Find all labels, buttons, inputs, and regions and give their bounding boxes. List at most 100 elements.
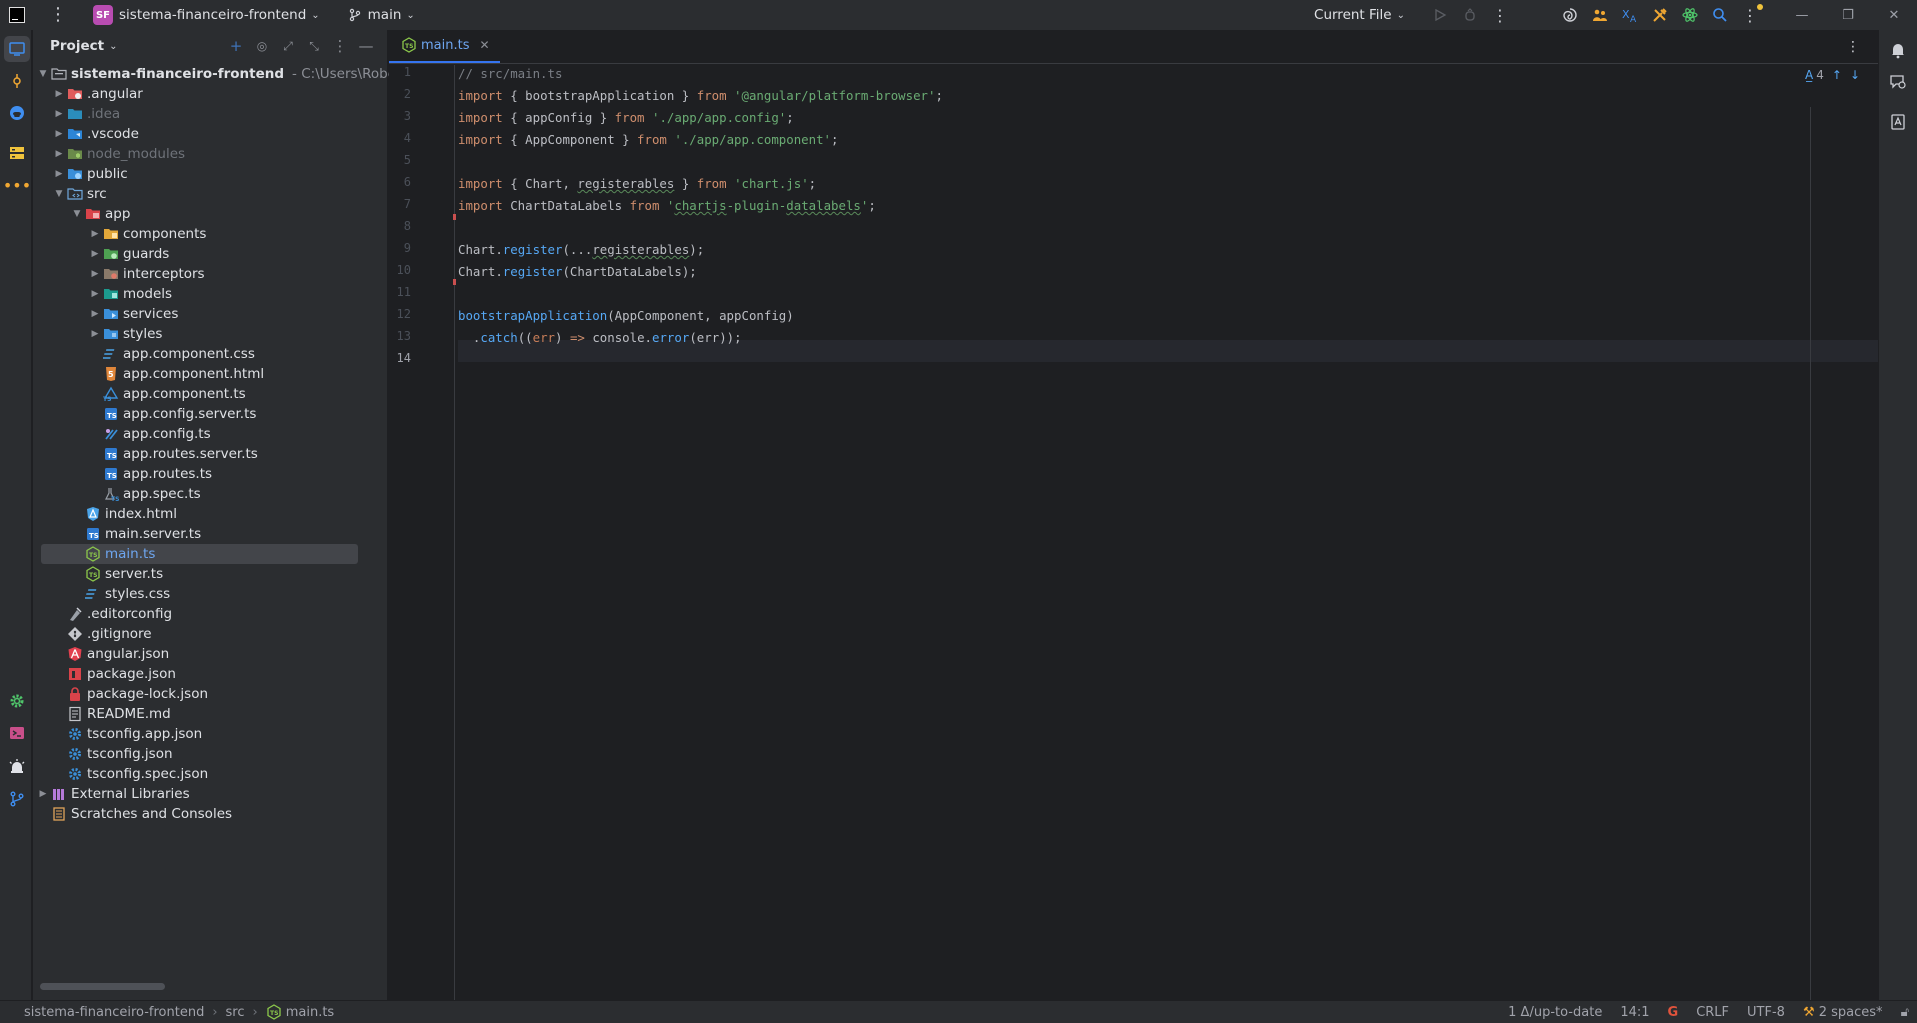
react-icon[interactable] [1678,3,1702,27]
caret-position[interactable]: 14:1 [1620,1005,1649,1020]
chevron-right-icon[interactable]: ▶ [51,169,67,179]
tree-item-external-libraries[interactable]: ▶ External Libraries [33,784,387,804]
breadcrumb-project[interactable]: sistema-financeiro-frontend [24,1005,204,1020]
run-icon[interactable] [1428,3,1452,27]
chevron-right-icon[interactable]: ▶ [87,269,103,279]
add-icon[interactable]: + [223,37,249,55]
main-menu-icon[interactable]: ⋮ [49,6,67,24]
tree-item-app-routes-server-ts[interactable]: TS app.routes.server.ts [33,444,387,464]
tree-item-editorconfig[interactable]: .editorconfig [33,604,387,624]
tree-item-guards[interactable]: ▶ guards [33,244,387,264]
git-tool-button[interactable] [4,786,30,812]
translate-icon[interactable]: XA [1618,3,1642,27]
github-tool-button[interactable] [4,100,30,126]
line-endings[interactable]: CRLF [1696,1005,1729,1020]
tree-item-app-routes-ts[interactable]: TS app.routes.ts [33,464,387,484]
tree-item-tsconfig-spec[interactable]: tsconfig.spec.json [33,764,387,784]
tree-item-app-config-ts[interactable]: app.config.ts [33,424,387,444]
translation-button[interactable] [1888,112,1908,132]
google-icon[interactable]: G [1668,1005,1679,1020]
arrow-up-icon[interactable]: ↑ [1832,68,1842,82]
tree-item-app-component-ts[interactable]: TS app.component.ts [33,384,387,404]
build-tools-icon[interactable] [1648,3,1672,27]
problems-tool-button[interactable] [4,754,30,780]
tree-item-app-spec-ts[interactable]: TS app.spec.ts [33,484,387,504]
chevron-right-icon[interactable]: ▶ [87,289,103,299]
branch-selector[interactable]: main ⌄ [348,7,415,23]
horizontal-scrollbar[interactable] [40,983,165,990]
tree-item-package-json[interactable]: package.json [33,664,387,684]
tab-main-ts[interactable]: TS main.ts ✕ [389,29,500,63]
chevron-right-icon[interactable]: ▶ [35,789,51,799]
tree-item-app-component-html[interactable]: 5 app.component.html [33,364,387,384]
tree-item-root[interactable]: ▼ sistema-financeiro-frontend - C:\Users… [33,64,416,84]
tree-item-app-component-css[interactable]: app.component.css [33,344,387,364]
tree-item-angular-json[interactable]: angular.json [33,644,387,664]
project-selector[interactable]: SF sistema-financeiro-frontend ⌄ [87,2,326,28]
run-configuration-selector[interactable]: Current File ⌄ [1314,7,1405,23]
commit-tool-button[interactable] [4,68,30,94]
tree-item-tsconfig-app[interactable]: tsconfig.app.json [33,724,387,744]
tree-item-index-html[interactable]: index.html [33,504,387,524]
notifications-button[interactable] [1888,40,1908,60]
tree-item-server-ts[interactable]: TS server.ts [33,564,387,584]
tree-item-app-config-server-ts[interactable]: TS app.config.server.ts [33,404,387,424]
tree-item-main-server-ts[interactable]: TS main.server.ts [33,524,387,544]
breadcrumb-file[interactable]: main.ts [286,1005,334,1020]
tree-item-main-ts[interactable]: TS main.ts [41,544,358,564]
chevron-down-icon[interactable]: ⌄ [109,41,117,52]
options-icon[interactable]: ⋮ [327,37,353,55]
inspection-widget[interactable]: A̲ 4 ↑ ↓ [1805,68,1860,82]
more-actions-icon[interactable]: ⋮ [1488,3,1512,27]
chevron-right-icon[interactable]: ▶ [51,89,67,99]
restore-button[interactable]: ❐ [1825,0,1871,30]
minimize-button[interactable]: — [1779,0,1825,30]
tree-item-package-lock-json[interactable]: package-lock.json [33,684,387,704]
tree-item-angular[interactable]: ▶ .angular [33,84,387,104]
tree-item-app[interactable]: ▼ app [33,204,387,224]
lock-icon[interactable]: 🔓︎ [1901,1005,1909,1020]
tree-item-gitignore[interactable]: .gitignore [33,624,387,644]
project-tool-button[interactable] [4,36,30,62]
panel-title[interactable]: Project [50,38,104,54]
ai-chat-button[interactable] [1888,72,1908,92]
chevron-down-icon[interactable]: ▼ [35,69,51,79]
tree-item-idea[interactable]: ▶ .idea [33,104,387,124]
vcs-status[interactable]: 1 Δ/up-to-date [1508,1005,1602,1020]
ide-logo-icon[interactable] [9,7,25,23]
tree-item-styles[interactable]: ▶ styles [33,324,387,344]
more-tools-button[interactable]: ••• [3,172,31,198]
arrow-down-icon[interactable]: ↓ [1850,68,1860,82]
ai-assistant-icon[interactable] [1558,3,1582,27]
chevron-right-icon[interactable]: ▶ [51,129,67,139]
code-with-me-icon[interactable] [1588,3,1612,27]
debug-icon[interactable] [1458,3,1482,27]
tree-item-public[interactable]: ▶ public [33,164,387,184]
collapse-all-icon[interactable]: ⤡ [301,39,327,54]
tree-item-models[interactable]: ▶ models [33,284,387,304]
close-window-button[interactable]: ✕ [1871,0,1917,30]
tab-options-icon[interactable]: ⋮ [1846,39,1860,55]
locate-icon[interactable]: ◎ [249,39,275,53]
services-tool-button[interactable] [4,688,30,714]
settings-updates-icon[interactable]: ⋮ [1738,3,1763,27]
breadcrumb-src[interactable]: src [226,1005,245,1020]
structure-tool-button[interactable] [4,140,30,166]
chevron-right-icon[interactable]: ▶ [87,329,103,339]
tree-item-src[interactable]: ▼ src [33,184,387,204]
file-encoding[interactable]: UTF-8 [1747,1005,1785,1020]
tree-item-node-modules[interactable]: ▶ node_modules [33,144,387,164]
tree-item-vscode[interactable]: ▶ .vscode [33,124,387,144]
chevron-down-icon[interactable]: ▼ [69,209,85,219]
search-icon[interactable] [1708,3,1732,27]
tree-item-readme[interactable]: README.md [33,704,387,724]
indent-settings[interactable]: ⚒ 2 spaces* [1803,1005,1883,1020]
change-marker[interactable] [453,279,456,285]
close-icon[interactable]: ✕ [479,38,489,52]
chevron-right-icon[interactable]: ▶ [87,249,103,259]
tree-item-services[interactable]: ▶ services [33,304,387,324]
tree-item-tsconfig[interactable]: tsconfig.json [33,744,387,764]
tree-item-components[interactable]: ▶ components [33,224,387,244]
change-marker[interactable] [453,214,456,220]
chevron-right-icon[interactable]: ▶ [51,149,67,159]
